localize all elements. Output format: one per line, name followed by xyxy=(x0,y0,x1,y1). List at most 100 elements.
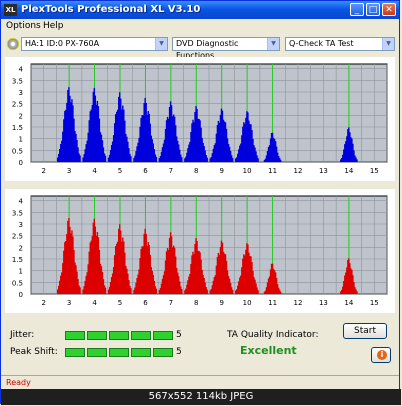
ta-quality-value: Excellent xyxy=(240,344,297,357)
x-tick-label: 6 xyxy=(143,167,148,175)
jitter-meter xyxy=(65,331,175,340)
x-tick-label: 4 xyxy=(92,167,97,175)
x-tick-label: 8 xyxy=(194,167,198,175)
bar xyxy=(155,156,158,162)
minimize-button[interactable]: _ xyxy=(350,3,364,16)
y-tick-label: 1 xyxy=(19,268,23,276)
x-tick-label: 15 xyxy=(370,167,379,175)
function-select[interactable]: DVD Diagnostic Functions ▼ xyxy=(172,37,280,60)
chevron-down-icon[interactable]: ▼ xyxy=(382,38,394,50)
pit-chart-panel: 0 0.5 1 1.5 2 2.5 3 3.5 4 2 3 4 5 6 7 8 9 10 11 12 13 14 15 xyxy=(5,189,395,313)
drive-select[interactable]: HA:1 ID:0 PX-760A ▼ xyxy=(21,37,168,51)
peak-shift-meter-segment xyxy=(153,348,173,357)
x-tick-label: 10 xyxy=(243,167,252,175)
info-button[interactable]: i xyxy=(371,347,391,363)
drive-select-value: HA:1 ID:0 PX-760A xyxy=(25,39,100,48)
jitter-meter-segment xyxy=(109,331,129,340)
y-tick-label: 0.5 xyxy=(12,147,23,155)
bar xyxy=(181,289,183,294)
land-chart-panel: 0 0.5 1 1.5 2 2.5 3 3.5 4 2 3 4 5 6 7 8 9 10 11 12 13 14 15 xyxy=(5,57,395,181)
bar xyxy=(257,158,259,162)
land-jitter-chart: 0 0.5 1 1.5 2 2.5 3 3.5 4 2 3 4 5 6 7 8 9 10 11 12 13 14 15 xyxy=(12,63,388,175)
disc-drive-icon xyxy=(7,38,19,50)
bar xyxy=(280,291,282,294)
x-tick-label: 4 xyxy=(92,299,97,307)
chevron-down-icon[interactable]: ▼ xyxy=(267,38,279,50)
pit-jitter-chart: 0 0.5 1 1.5 2 2.5 3 3.5 4 2 3 4 5 6 7 8 9 10 11 12 13 14 15 xyxy=(12,195,388,307)
x-tick-label: 12 xyxy=(294,299,303,307)
bar xyxy=(130,156,132,162)
y-tick-label: 3.5 xyxy=(12,77,23,85)
bar xyxy=(155,288,158,294)
x-tick-label: 13 xyxy=(319,167,328,175)
bar xyxy=(231,157,234,162)
x-tick-label: 9 xyxy=(219,167,223,175)
window-title: PlexTools Professional XL V3.10 xyxy=(21,4,201,15)
jitter-meter-segment xyxy=(131,331,151,340)
y-tick-label: 2.5 xyxy=(12,101,23,109)
chevron-down-icon[interactable]: ▼ xyxy=(155,38,167,50)
y-tick-label: 2 xyxy=(19,112,23,120)
y-tick-label: 4 xyxy=(19,66,24,74)
bar xyxy=(130,288,132,294)
x-tick-label: 8 xyxy=(194,299,198,307)
x-tick-label: 14 xyxy=(344,167,353,175)
peak-shift-label: Peak Shift: xyxy=(10,347,58,357)
peak-shift-meter-segment xyxy=(109,348,129,357)
x-tick-label: 12 xyxy=(294,167,303,175)
menu-options[interactable]: Options xyxy=(6,21,41,32)
y-tick-label: 0 xyxy=(19,159,23,167)
y-tick-label: 4 xyxy=(19,198,24,206)
y-tick-label: 1 xyxy=(19,136,23,144)
y-tick-label: 2.5 xyxy=(12,233,23,241)
menu-help[interactable]: Help xyxy=(43,21,64,32)
app-icon: XL xyxy=(4,4,17,16)
jitter-meter-segment xyxy=(65,331,85,340)
bar xyxy=(206,157,208,162)
results-panel: Jitter: 5 Peak Shift: 5 TA Quality Indic… xyxy=(5,317,395,371)
peak-shift-meter-segment xyxy=(65,348,85,357)
maximize-button[interactable]: □ xyxy=(366,3,380,16)
bar xyxy=(257,290,259,294)
close-button[interactable]: ✕ xyxy=(382,3,396,16)
bar xyxy=(79,155,81,162)
info-icon: i xyxy=(377,350,387,360)
x-tick-label: 11 xyxy=(268,167,277,175)
status-text: Ready xyxy=(6,378,31,387)
bar xyxy=(181,157,183,162)
x-tick-label: 3 xyxy=(67,299,71,307)
x-tick-label: 5 xyxy=(118,167,122,175)
peak-shift-meter-segment xyxy=(87,348,107,357)
menu-bar: Options Help xyxy=(1,19,399,34)
y-tick-label: 1.5 xyxy=(12,124,23,132)
start-button[interactable]: Start xyxy=(343,323,387,339)
bar xyxy=(356,291,358,294)
test-select[interactable]: Q-Check TA Test ▼ xyxy=(285,37,395,51)
x-tick-label: 15 xyxy=(370,299,379,307)
y-tick-label: 3 xyxy=(19,221,23,229)
x-tick-label: 7 xyxy=(169,299,173,307)
y-tick-label: 3.5 xyxy=(12,209,23,217)
title-bar[interactable]: XL PlexTools Professional XL V3.10 _ □ ✕ xyxy=(1,1,399,19)
bar xyxy=(104,287,107,294)
jitter-meter-segment xyxy=(87,331,107,340)
jitter-label: Jitter: xyxy=(10,330,35,340)
y-tick-label: 0.5 xyxy=(12,279,23,287)
app-window: XL PlexTools Professional XL V3.10 _ □ ✕… xyxy=(0,0,401,405)
x-tick-label: 6 xyxy=(143,299,148,307)
status-bar: Ready xyxy=(1,375,399,390)
bar xyxy=(356,159,358,162)
x-tick-label: 9 xyxy=(219,299,223,307)
x-tick-label: 10 xyxy=(243,299,252,307)
x-tick-label: 2 xyxy=(41,167,45,175)
x-tick-label: 7 xyxy=(169,167,173,175)
test-select-value: Q-Check TA Test xyxy=(289,39,354,48)
x-tick-label: 5 xyxy=(118,299,122,307)
bar xyxy=(79,287,81,294)
image-caption: 567x552 114kb JPEG xyxy=(1,389,401,405)
bar xyxy=(231,289,234,294)
peak-shift-meter-segment xyxy=(131,348,151,357)
x-tick-label: 3 xyxy=(67,167,71,175)
jitter-meter-segment xyxy=(153,331,173,340)
toolbar: HA:1 ID:0 PX-760A ▼ DVD Diagnostic Funct… xyxy=(1,35,399,60)
